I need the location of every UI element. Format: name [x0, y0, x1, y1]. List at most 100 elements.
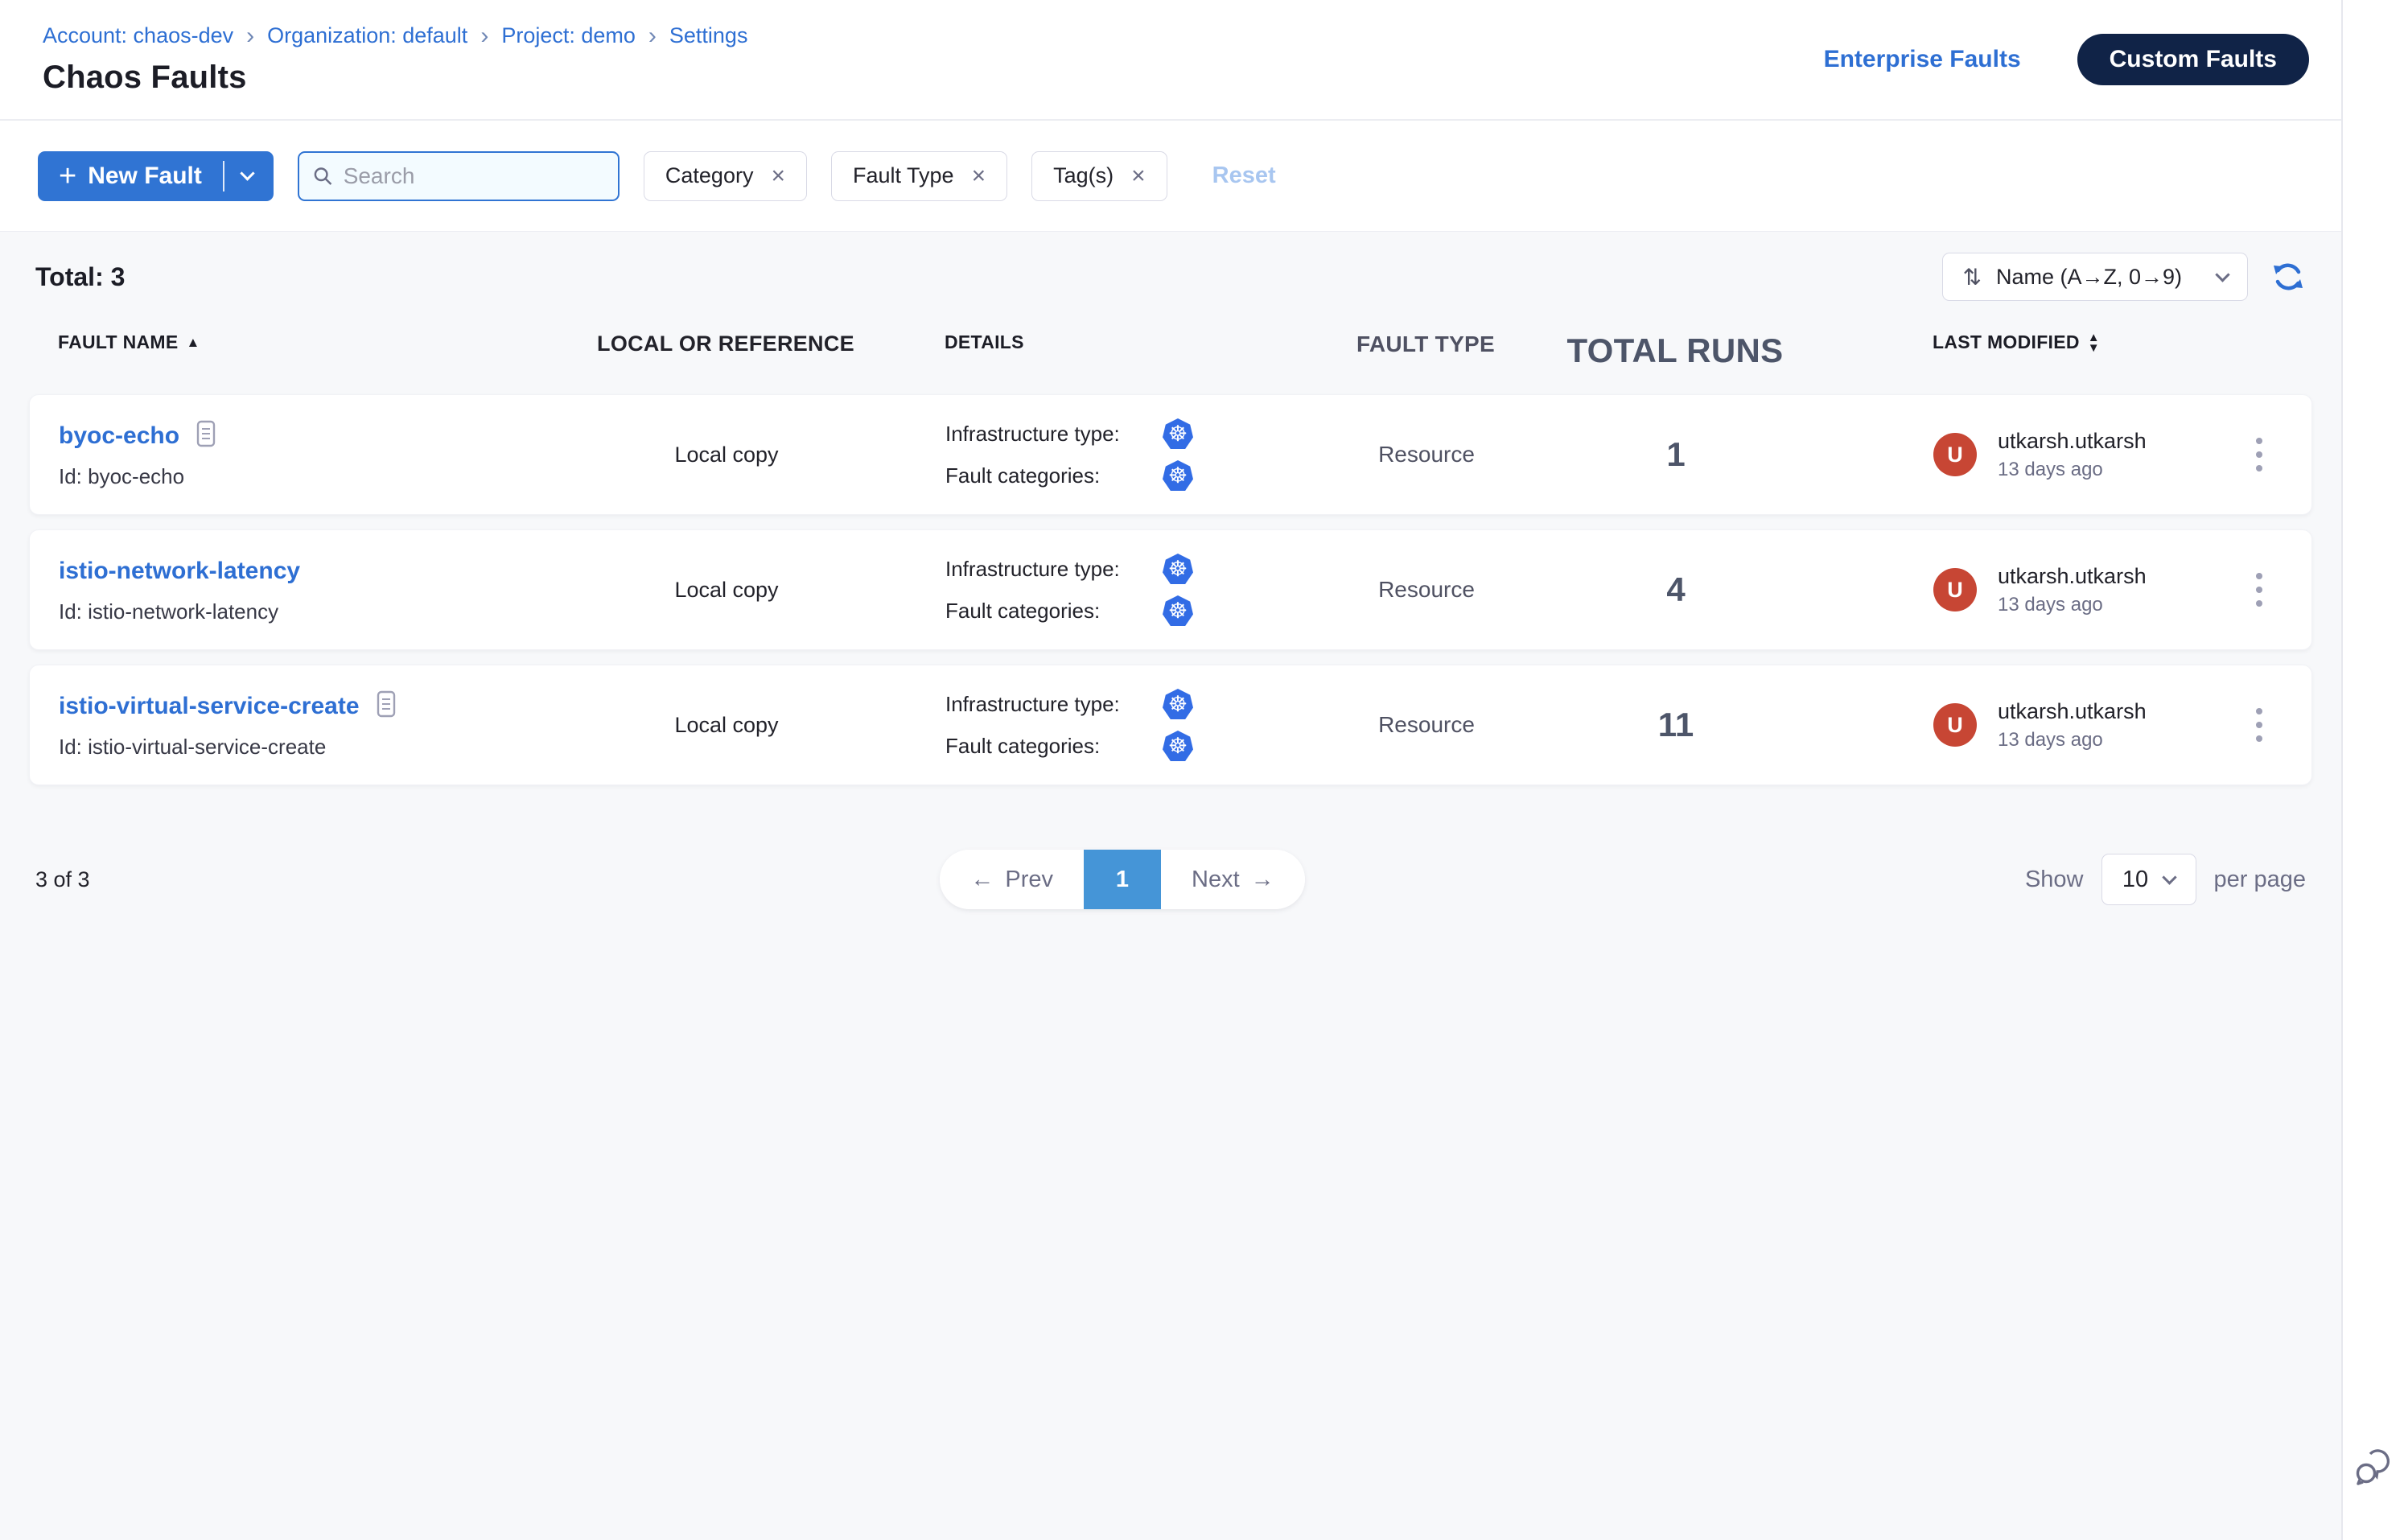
breadcrumb-settings[interactable]: Settings [669, 23, 748, 48]
chaos-faults-page: Account: chaos-dev › Organization: defau… [0, 0, 2404, 1540]
table-row: byoc-echo Id: byoc-echo Local copy Infra… [29, 394, 2312, 515]
modified-time: 13 days ago [1998, 594, 2147, 616]
chat-bubbles-icon [2354, 1444, 2394, 1486]
show-label: Show [2025, 867, 2084, 893]
kubernetes-icon: ☸ [1163, 460, 1193, 491]
list-header-right: ⇅ Name (A→Z, 0→9) [1942, 253, 2306, 301]
filter-chip-fault-type[interactable]: Fault Type × [831, 151, 1007, 201]
close-icon[interactable]: × [972, 163, 986, 190]
kebab-menu-icon[interactable] [2248, 700, 2270, 750]
close-icon[interactable]: × [771, 163, 785, 190]
page-title: Chaos Faults [43, 60, 747, 96]
main-pane: Account: chaos-dev › Organization: defau… [0, 0, 2343, 1540]
column-header-local-or-reference: LOCAL OR REFERENCE [597, 331, 854, 356]
chevron-right-icon: › [246, 25, 254, 47]
fault-name-link[interactable]: istio-virtual-service-create [59, 693, 360, 720]
chevron-down-icon [2162, 870, 2176, 884]
breadcrumb-project[interactable]: Project: demo [501, 23, 636, 48]
user-name: utkarsh.utkarsh [1998, 429, 2147, 454]
chevron-down-icon[interactable] [240, 166, 254, 180]
column-header-fault-type: FAULT TYPE [1356, 331, 1495, 356]
refresh-icon [2270, 259, 2306, 294]
sort-both-icon: ▲▼ [2088, 332, 2100, 353]
details-cell: Infrastructure type:☸ Fault categories:☸ [871, 689, 1306, 761]
new-fault-button[interactable]: + New Fault [38, 151, 274, 201]
avatar: U [1933, 433, 1977, 476]
close-icon[interactable]: × [1131, 163, 1146, 190]
toolbar: + New Fault Category × Fault Type × Tag(… [0, 121, 2341, 232]
table-header-row: FAULT NAME▲ LOCAL OR REFERENCE DETAILS F… [58, 331, 2312, 370]
filter-label: Tag(s) [1053, 163, 1113, 188]
breadcrumb-organization[interactable]: Organization: default [267, 23, 467, 48]
kubernetes-icon: ☸ [1163, 418, 1193, 449]
local-or-reference-cell: Local copy [582, 578, 871, 603]
fault-type-cell: Resource [1306, 577, 1547, 603]
copy-icon[interactable] [196, 420, 216, 451]
fault-id: Id: byoc-echo [59, 464, 582, 489]
chevron-right-icon: › [648, 25, 657, 47]
avatar: U [1933, 703, 1977, 747]
sort-dropdown[interactable]: ⇅ Name (A→Z, 0→9) [1942, 253, 2248, 301]
page-summary: 3 of 3 [35, 867, 277, 892]
sort-label: Name (A→Z, 0→9) [1996, 265, 2182, 290]
last-modified-cell: U utkarsh.utkarsh 13 days ago [1805, 564, 2207, 616]
chat-widget-button[interactable] [2354, 1444, 2394, 1490]
infrastructure-type-label: Infrastructure type: [945, 557, 1120, 582]
filter-label: Fault Type [853, 163, 954, 188]
kebab-menu-icon[interactable] [2248, 430, 2270, 480]
arrow-right-icon: → [1251, 867, 1274, 893]
content-area: Total: 3 ⇅ Name (A→Z, 0→9) [0, 232, 2341, 1540]
page-1-button[interactable]: 1 [1084, 850, 1161, 909]
refresh-button[interactable] [2270, 259, 2306, 294]
column-header-fault-name[interactable]: FAULT NAME▲ [58, 331, 581, 353]
chevron-down-icon [2215, 267, 2229, 282]
fault-type-cell: Resource [1306, 712, 1547, 738]
infrastructure-type-label: Infrastructure type: [945, 422, 1120, 447]
filter-label: Category [665, 163, 754, 188]
total-runs-cell: 1 [1547, 435, 1805, 474]
table-row: istio-virtual-service-create Id: istio-v… [29, 665, 2312, 785]
list-header: Total: 3 ⇅ Name (A→Z, 0→9) [29, 253, 2312, 301]
header-left: Account: chaos-dev › Organization: defau… [43, 23, 747, 96]
page-header: Account: chaos-dev › Organization: defau… [0, 0, 2341, 121]
fault-name-link[interactable]: istio-network-latency [59, 558, 300, 585]
column-header-total-runs: TOTAL RUNS [1566, 331, 1783, 369]
total-runs-cell: 4 [1547, 570, 1805, 609]
new-fault-label: New Fault [88, 163, 202, 190]
chevron-right-icon: › [480, 25, 488, 47]
page-size-control: Show 10 per page [1968, 854, 2306, 905]
fault-categories-label: Fault categories: [945, 599, 1100, 624]
details-cell: Infrastructure type:☸ Fault categories:☸ [871, 418, 1306, 491]
last-modified-cell: U utkarsh.utkarsh 13 days ago [1805, 429, 2207, 481]
kubernetes-icon: ☸ [1163, 554, 1193, 584]
kubernetes-icon: ☸ [1163, 595, 1193, 626]
pager: ←Prev 1 Next→ [940, 850, 1304, 909]
breadcrumb-account[interactable]: Account: chaos-dev [43, 23, 233, 48]
arrow-left-icon: ← [970, 867, 994, 893]
prev-page-button[interactable]: ←Prev [940, 850, 1084, 909]
column-header-last-modified[interactable]: LAST MODIFIED▲▼ [1933, 331, 2100, 353]
local-or-reference-cell: Local copy [582, 443, 871, 467]
breadcrumb: Account: chaos-dev › Organization: defau… [43, 23, 747, 48]
details-cell: Infrastructure type: ☸ Fault categories: ☸ [871, 554, 1306, 626]
page-size-dropdown[interactable]: 10 [2101, 854, 2196, 905]
enterprise-faults-link[interactable]: Enterprise Faults [1824, 46, 2021, 73]
avatar: U [1933, 568, 1977, 611]
filter-chip-tags[interactable]: Tag(s) × [1031, 151, 1167, 201]
fault-name-link[interactable]: byoc-echo [59, 422, 179, 450]
fault-id: Id: istio-network-latency [59, 599, 582, 624]
reset-filters-link[interactable]: Reset [1212, 163, 1276, 189]
fault-type-cell: Resource [1306, 442, 1547, 467]
modified-time: 13 days ago [1998, 459, 2147, 481]
kebab-menu-icon[interactable] [2248, 565, 2270, 615]
modified-time: 13 days ago [1998, 729, 2147, 751]
filter-chip-category[interactable]: Category × [644, 151, 807, 201]
column-header-details: DETAILS [945, 331, 1305, 353]
kubernetes-icon: ☸ [1163, 689, 1193, 719]
fault-id: Id: istio-virtual-service-create [59, 735, 582, 760]
search-input[interactable] [344, 163, 605, 189]
custom-faults-button[interactable]: Custom Faults [2077, 34, 2309, 85]
next-page-button[interactable]: Next→ [1161, 850, 1305, 909]
copy-icon[interactable] [376, 690, 397, 722]
header-right: Enterprise Faults Custom Faults [1824, 34, 2309, 85]
